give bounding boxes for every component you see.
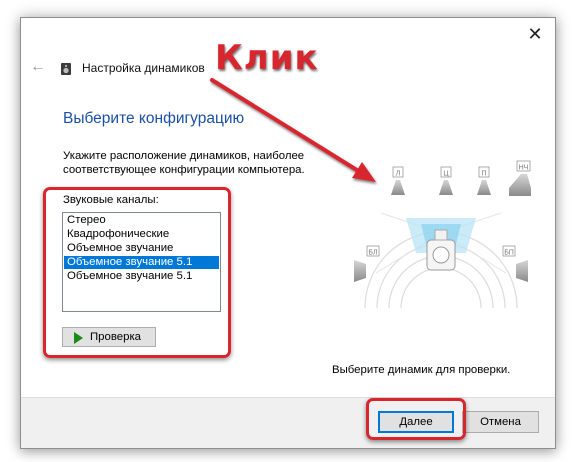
annotation-arrow — [210, 78, 376, 182]
